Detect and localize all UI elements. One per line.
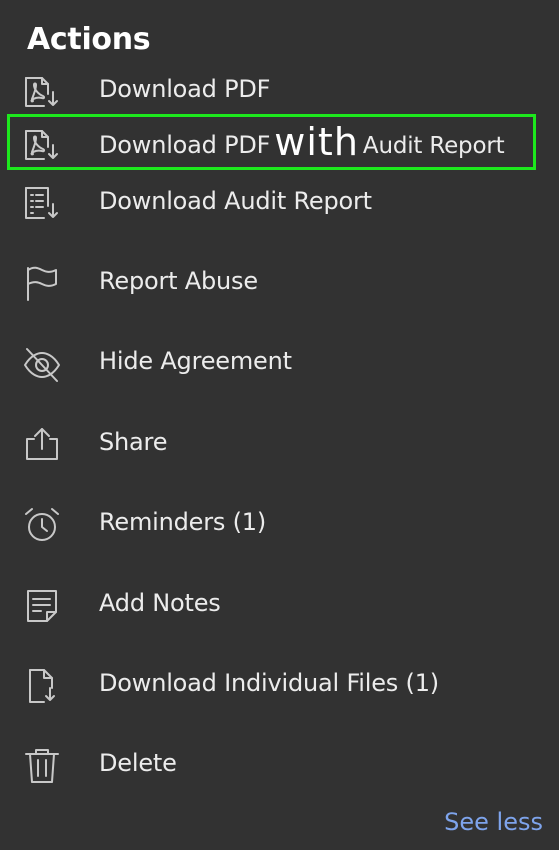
see-less-link[interactable]: See less <box>444 804 543 840</box>
action-label: Hide Agreement <box>99 347 292 375</box>
action-label: Reminders (1) <box>99 508 267 536</box>
flag-icon <box>22 264 62 304</box>
action-download-individual-files[interactable]: Download Individual Files (1) <box>0 658 559 708</box>
action-report-abuse[interactable]: Report Abuse <box>0 256 559 306</box>
action-share[interactable]: Share <box>0 417 559 467</box>
pdf-download-icon <box>22 72 62 112</box>
share-icon <box>22 425 62 465</box>
action-label: Add Notes <box>99 589 221 617</box>
file-download-icon <box>22 666 62 706</box>
eye-off-icon <box>22 344 62 384</box>
highlight-box <box>7 114 536 170</box>
action-hide-agreement[interactable]: Hide Agreement <box>0 336 559 386</box>
action-delete[interactable]: Delete <box>0 738 559 788</box>
action-label: Download Individual Files (1) <box>99 669 439 697</box>
action-label: Download PDF <box>99 75 271 103</box>
action-download-audit-report[interactable]: Download Audit Report <box>0 176 559 226</box>
trash-icon <box>22 746 62 786</box>
action-label: Download Audit Report <box>99 187 372 215</box>
notes-icon <box>22 586 62 626</box>
action-label: Report Abuse <box>99 267 258 295</box>
actions-list: Download PDF Download PDF with Audit Repor… <box>0 0 559 850</box>
action-reminders[interactable]: Reminders (1) <box>0 497 559 547</box>
action-add-notes[interactable]: Add Notes <box>0 578 559 628</box>
action-label: Delete <box>99 749 177 777</box>
action-label: Share <box>99 428 168 456</box>
action-download-pdf[interactable]: Download PDF <box>0 64 559 114</box>
audit-report-download-icon <box>22 184 62 224</box>
alarm-clock-icon <box>22 505 62 545</box>
